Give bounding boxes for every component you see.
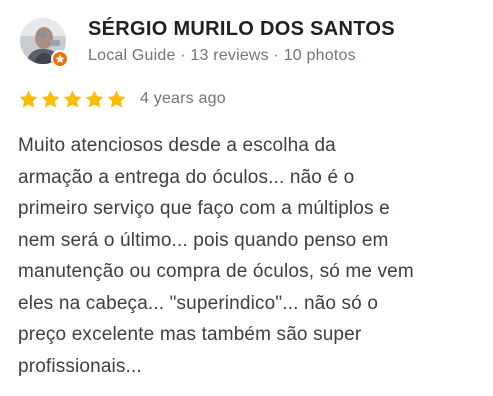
star-icon bbox=[107, 90, 126, 108]
star-icon bbox=[19, 90, 38, 108]
star-icon bbox=[63, 90, 82, 108]
review-text: Muito atenciosos desde a escolha da arma… bbox=[18, 135, 414, 377]
star-badge-icon bbox=[55, 54, 65, 63]
star-rating bbox=[18, 89, 127, 110]
local-guide-badge-icon bbox=[51, 50, 69, 68]
star-icon bbox=[85, 90, 104, 108]
rating-row: 4 years ago bbox=[18, 87, 226, 111]
author-meta[interactable]: Local Guide · 13 reviews · 10 photos bbox=[88, 47, 356, 65]
author-avatar[interactable] bbox=[20, 18, 70, 68]
star-icon bbox=[41, 90, 60, 108]
review-date: 4 years ago bbox=[140, 90, 226, 107]
review-card: SÉRGIO MURILO DOS SANTOS Local Guide · 1… bbox=[0, 0, 493, 396]
author-name[interactable]: SÉRGIO MURILO DOS SANTOS bbox=[88, 18, 395, 41]
